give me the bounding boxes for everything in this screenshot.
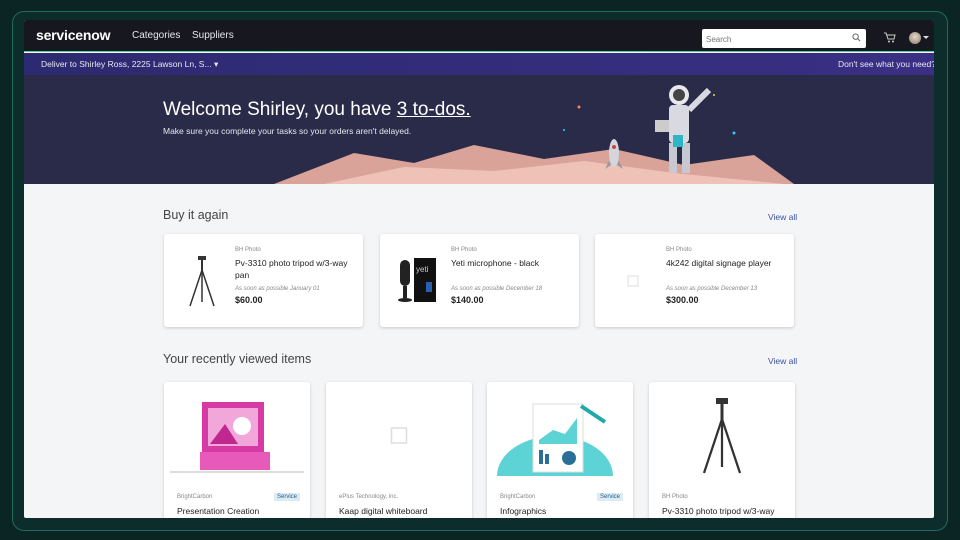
space-illustration [274,85,794,184]
vendor-name: BrightCarbon [177,494,213,500]
product-name[interactable]: Yeti microphone - black [451,257,566,269]
item-image-infographic [493,392,627,516]
recent-item-card[interactable]: BH Photo Pv-3310 photo tripod w/3-way [649,382,795,518]
recent-item-card[interactable]: BrightCarbon Service Infographics [487,382,633,518]
item-name[interactable]: Kaap digital whiteboard [339,506,427,516]
buy-again-card[interactable]: yeti BH Photo Yeti microphone - black As… [380,234,579,327]
search-box [702,29,866,49]
product-price: $140.00 [451,295,484,305]
product-price: $300.00 [666,295,699,305]
delivery-eta: As soon as possible January 01 [235,286,320,292]
todos-link[interactable]: 3 to-dos. [397,99,471,120]
service-badge: Service [273,493,300,501]
buy-again-card[interactable]: BH Photo Pv-3310 photo tripod w/3-way pa… [164,234,363,327]
recent-view-all[interactable]: View all [768,356,797,366]
cart-icon[interactable] [884,32,896,43]
vendor-name: ePlus Technology, inc. [339,494,399,500]
svg-text:yeti: yeti [416,265,429,274]
top-header: servicenow Categories Suppliers [24,20,934,52]
welcome-heading: Welcome Shirley, you have 3 to-dos. [163,99,471,121]
vendor-name: BH Photo [235,247,261,253]
vendor-name: BrightCarbon [500,494,536,500]
recent-title: Your recently viewed items [163,352,312,366]
vendor-name: BH Photo [451,247,477,253]
search-input[interactable] [702,30,842,49]
item-name[interactable]: Infographics [500,506,546,516]
product-image-tripod [178,252,226,308]
vendor-name: BH Photo [666,247,692,253]
product-price: $60.00 [235,295,263,305]
nav-categories[interactable]: Categories [132,30,180,41]
delivery-bar: Deliver to Shirley Ross, 2225 Lawson Ln,… [24,53,934,75]
item-name[interactable]: Presentation Creation [177,506,259,516]
chevron-down-icon[interactable] [923,36,929,39]
item-image-presentation [170,392,304,476]
user-avatar[interactable] [909,32,921,44]
chevron-down-icon: ▾ [213,59,219,69]
welcome-banner: Welcome Shirley, you have 3 to-dos. Make… [24,75,934,184]
nav-suppliers[interactable]: Suppliers [192,30,234,41]
item-image-placeholder [332,392,466,476]
delivery-eta: As soon as possible December 13 [666,286,758,292]
deliver-to-label: Deliver to Shirley Ross, 2225 Lawson Ln,… [41,59,212,69]
recent-item-card[interactable]: BrightCarbon Service Presentation Creati… [164,382,310,518]
welcome-subtitle: Make sure you complete your tasks so you… [163,126,412,136]
delivery-eta: As soon as possible December 18 [451,286,543,292]
product-name[interactable]: 4k242 digital signage player [666,257,781,269]
buy-again-view-all[interactable]: View all [768,212,797,222]
servicenow-logo[interactable]: servicenow [36,27,110,43]
deliver-to-dropdown[interactable]: Deliver to Shirley Ross, 2225 Lawson Ln,… [41,59,218,70]
item-image-tripod [655,392,789,476]
recent-item-card[interactable]: ePlus Technology, inc. Kaap digital whit… [326,382,472,518]
welcome-text: Welcome Shirley, you have [163,99,397,120]
product-name[interactable]: Pv-3310 photo tripod w/3-way pan [235,257,350,281]
service-badge: Service [596,493,623,501]
buy-again-title: Buy it again [163,208,229,222]
item-name[interactable]: Pv-3310 photo tripod w/3-way [662,506,774,516]
product-image-placeholder [609,252,657,308]
product-image-microphone: yeti [394,252,442,308]
buy-again-card[interactable]: BH Photo 4k242 digital signage player As… [595,234,794,327]
vendor-name: BH Photo [662,494,688,500]
help-link[interactable]: Don't see what you need? [838,59,934,69]
search-icon[interactable] [852,33,861,42]
app-screen: servicenow Categories Suppliers Deliver … [24,20,934,518]
